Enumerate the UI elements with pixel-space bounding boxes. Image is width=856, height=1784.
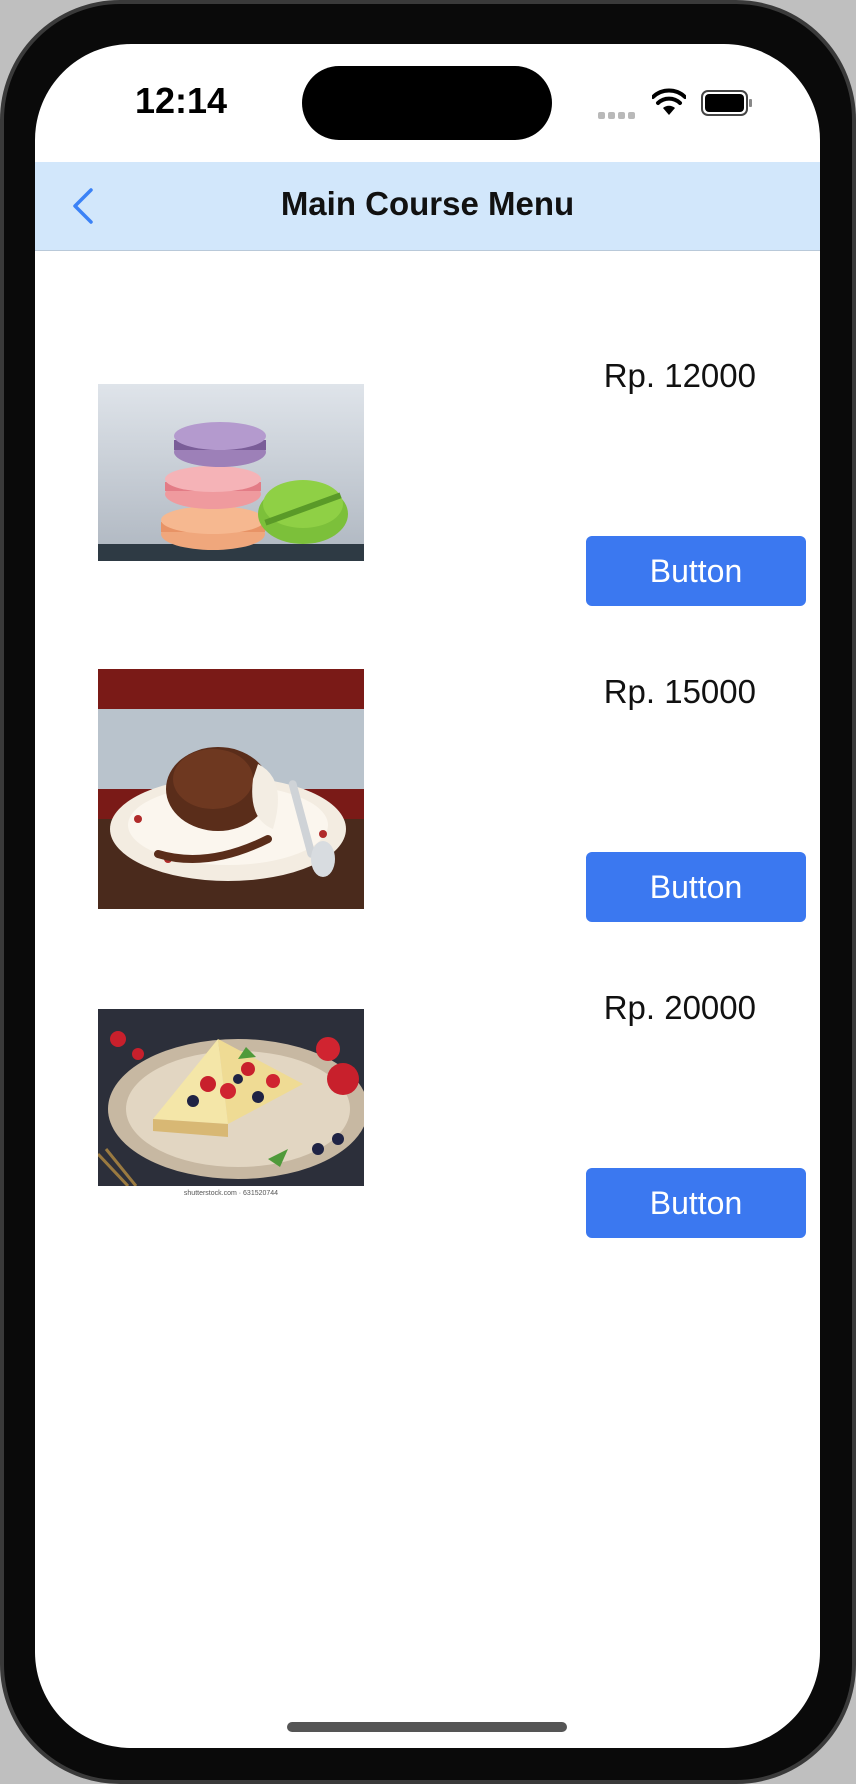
battery-icon (701, 90, 753, 121)
order-button[interactable]: Button (586, 1168, 806, 1238)
status-bar: 12:14 (35, 44, 820, 162)
berry-cheesecake-image: shutterstock.com · 631520744 (98, 1009, 364, 1201)
item-price: Rp. 12000 (603, 357, 756, 394)
item-price: Rp. 20000 (603, 989, 756, 1026)
macarons-image (98, 384, 364, 561)
navigation-bar: Main Course Menu (35, 162, 820, 251)
app-screen: 12:14 Main Course Menu Rp. 12000 Button … (35, 44, 820, 1748)
order-button[interactable]: Button (586, 536, 806, 606)
order-button[interactable]: Button (586, 852, 806, 922)
dynamic-island (302, 66, 552, 140)
home-indicator[interactable] (287, 1722, 567, 1732)
cellular-signal-icon (598, 106, 638, 124)
page-title: Main Course Menu (280, 185, 575, 222)
phone-frame: 12:14 Main Course Menu Rp. 12000 Button … (0, 0, 856, 1784)
status-time: 12:14 (135, 80, 228, 121)
item-price: Rp. 15000 (603, 673, 756, 710)
wifi-icon (651, 88, 687, 121)
image-caption: shutterstock.com · 631520744 (183, 1190, 279, 1197)
chocolate-lava-cake-image (98, 669, 364, 909)
